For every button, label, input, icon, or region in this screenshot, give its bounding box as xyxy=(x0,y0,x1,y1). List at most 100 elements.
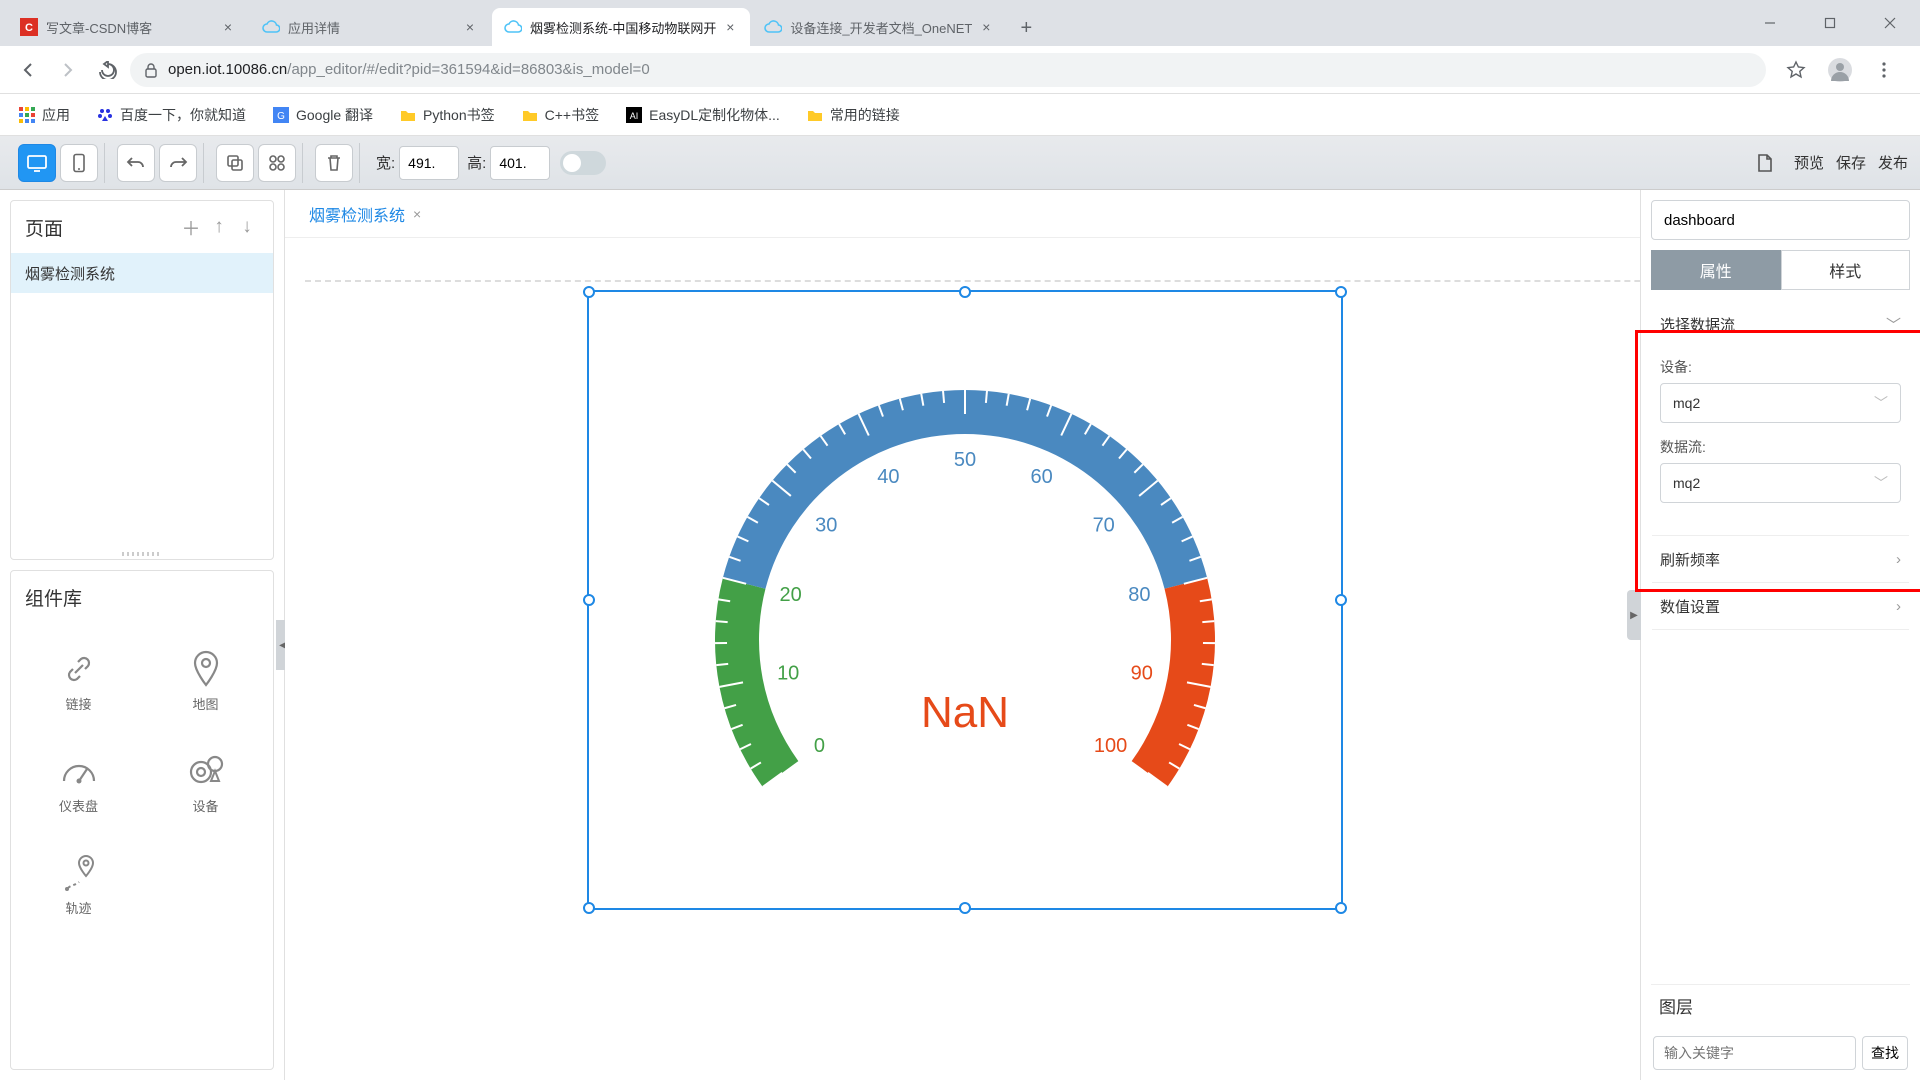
csdn-icon: C xyxy=(20,18,38,36)
resize-handle[interactable] xyxy=(1335,902,1347,914)
bookmark-gtrans[interactable]: G Google 翻译 xyxy=(264,101,381,129)
mobile-view-button[interactable] xyxy=(60,144,98,182)
move-down-button[interactable]: ↓ xyxy=(235,215,259,239)
folder-icon xyxy=(521,106,539,124)
accordion-datastream[interactable]: 选择数据流﹀ xyxy=(1652,301,1909,347)
component-device[interactable]: 设备 xyxy=(144,733,267,831)
resize-handle[interactable] xyxy=(959,286,971,298)
document-icon[interactable] xyxy=(1748,146,1782,180)
resize-handle[interactable] xyxy=(959,902,971,914)
gauge-widget: 0102030405060708090100 xyxy=(589,292,1341,908)
tab-style[interactable]: 样式 xyxy=(1781,250,1911,290)
chevron-down-icon: ﹀ xyxy=(1874,473,1888,493)
gauge-icon xyxy=(58,750,100,792)
resize-handle[interactable] xyxy=(1335,286,1347,298)
address-field[interactable]: open.iot.10086.cn/app_editor/#/edit?pid=… xyxy=(130,53,1766,87)
bookmark-label: Google 翻译 xyxy=(296,105,373,125)
chevron-right-icon: › xyxy=(1896,551,1901,568)
browser-tab-1[interactable]: C 写文章-CSDN博客 × xyxy=(8,8,248,46)
device-select[interactable]: mq2﹀ xyxy=(1660,383,1901,423)
preview-button[interactable]: 预览 xyxy=(1794,152,1824,173)
new-tab-button[interactable]: + xyxy=(1008,10,1044,46)
add-page-button[interactable]: ＋ xyxy=(179,215,203,239)
forward-button[interactable] xyxy=(50,52,86,88)
close-button[interactable] xyxy=(1860,0,1920,46)
component-link[interactable]: 链接 xyxy=(17,631,140,729)
svg-text:100: 100 xyxy=(1094,735,1127,757)
menu-icon[interactable] xyxy=(1866,52,1902,88)
bookmark-label: C++书签 xyxy=(545,105,599,125)
lock-aspect-toggle[interactable] xyxy=(560,151,606,175)
widget-name-input[interactable] xyxy=(1651,200,1910,240)
svg-text:30: 30 xyxy=(815,514,837,536)
bookmark-easydl[interactable]: AIEasyDL定制化物体... xyxy=(617,101,788,129)
resize-handle[interactable] xyxy=(1335,594,1347,606)
close-icon[interactable]: × xyxy=(978,19,994,35)
resize-handle[interactable] xyxy=(583,594,595,606)
close-icon[interactable]: × xyxy=(462,19,478,35)
collapse-right-button[interactable]: ▶ xyxy=(1627,590,1641,640)
group-button[interactable] xyxy=(258,144,296,182)
width-input[interactable] xyxy=(399,146,459,180)
redo-button[interactable] xyxy=(159,144,197,182)
datastream-select[interactable]: mq2﹀ xyxy=(1660,463,1901,503)
save-button[interactable]: 保存 xyxy=(1836,152,1866,173)
bookmark-common[interactable]: 常用的链接 xyxy=(798,101,908,129)
move-up-button[interactable]: ↑ xyxy=(207,215,231,239)
bookmark-python[interactable]: Python书签 xyxy=(391,101,503,129)
svg-text:70: 70 xyxy=(1093,514,1115,536)
svg-text:C: C xyxy=(25,22,33,34)
bookmark-cpp[interactable]: C++书签 xyxy=(513,101,607,129)
accordion-number[interactable]: 数值设置› xyxy=(1652,583,1909,629)
close-icon[interactable]: × xyxy=(413,206,421,222)
undo-button[interactable] xyxy=(117,144,155,182)
bookmark-baidu[interactable]: 百度一下，你就知道 xyxy=(88,101,254,129)
layer-search-input[interactable] xyxy=(1653,1036,1856,1070)
back-button[interactable] xyxy=(10,52,46,88)
folder-icon xyxy=(806,106,824,124)
height-label: 高: xyxy=(467,152,486,173)
close-icon[interactable]: × xyxy=(220,19,236,35)
width-label: 宽: xyxy=(376,152,395,173)
close-icon[interactable]: × xyxy=(722,19,738,35)
browser-tab-2[interactable]: 应用详情 × xyxy=(250,8,490,46)
delete-button[interactable] xyxy=(315,144,353,182)
bookmark-label: 常用的链接 xyxy=(830,105,900,125)
maximize-button[interactable] xyxy=(1800,0,1860,46)
layer-search-button[interactable]: 查找 xyxy=(1862,1036,1908,1070)
map-icon xyxy=(185,648,227,690)
publish-button[interactable]: 发布 xyxy=(1878,152,1908,173)
page-item[interactable]: 烟雾检测系统 xyxy=(11,253,273,293)
panel-resizer[interactable] xyxy=(11,549,273,559)
height-input[interactable] xyxy=(490,146,550,180)
svg-text:G: G xyxy=(277,111,285,122)
component-map[interactable]: 地图 xyxy=(144,631,267,729)
svg-text:20: 20 xyxy=(780,584,802,606)
track-icon xyxy=(58,852,100,894)
canvas-tab-label: 烟雾检测系统 xyxy=(309,202,405,226)
reload-button[interactable] xyxy=(90,52,126,88)
minimize-button[interactable] xyxy=(1740,0,1800,46)
resize-handle[interactable] xyxy=(583,286,595,298)
star-icon[interactable] xyxy=(1778,52,1814,88)
complib-title: 组件库 xyxy=(25,584,82,611)
tab-properties[interactable]: 属性 xyxy=(1651,250,1781,290)
resize-handle[interactable] xyxy=(583,902,595,914)
folder-icon xyxy=(399,106,417,124)
component-gauge[interactable]: 仪表盘 xyxy=(17,733,140,831)
tab-label: 设备连接_开发者文档_OneNET xyxy=(790,18,972,37)
profile-icon[interactable] xyxy=(1822,52,1858,88)
selected-widget[interactable]: 0102030405060708090100 NaN xyxy=(587,290,1343,910)
desktop-view-button[interactable] xyxy=(18,144,56,182)
device-icon xyxy=(185,750,227,792)
cloud-icon xyxy=(764,18,782,36)
right-panel: ▶ 属性 样式 选择数据流﹀ 设备: mq2﹀ xyxy=(1640,190,1920,1080)
component-track[interactable]: 轨迹 xyxy=(17,835,140,933)
canvas[interactable]: 烟雾检测系统 × 0102030405060708090100 NaN xyxy=(285,190,1640,1080)
copy-button[interactable] xyxy=(216,144,254,182)
accordion-refresh[interactable]: 刷新频率› xyxy=(1652,536,1909,582)
canvas-tab[interactable]: 烟雾检测系统 × xyxy=(301,198,429,230)
browser-tab-3[interactable]: 烟雾检测系统-中国移动物联网开 × xyxy=(492,8,750,46)
browser-tab-4[interactable]: 设备连接_开发者文档_OneNET × xyxy=(752,8,1006,46)
apps-button[interactable]: 应用 xyxy=(10,101,78,129)
